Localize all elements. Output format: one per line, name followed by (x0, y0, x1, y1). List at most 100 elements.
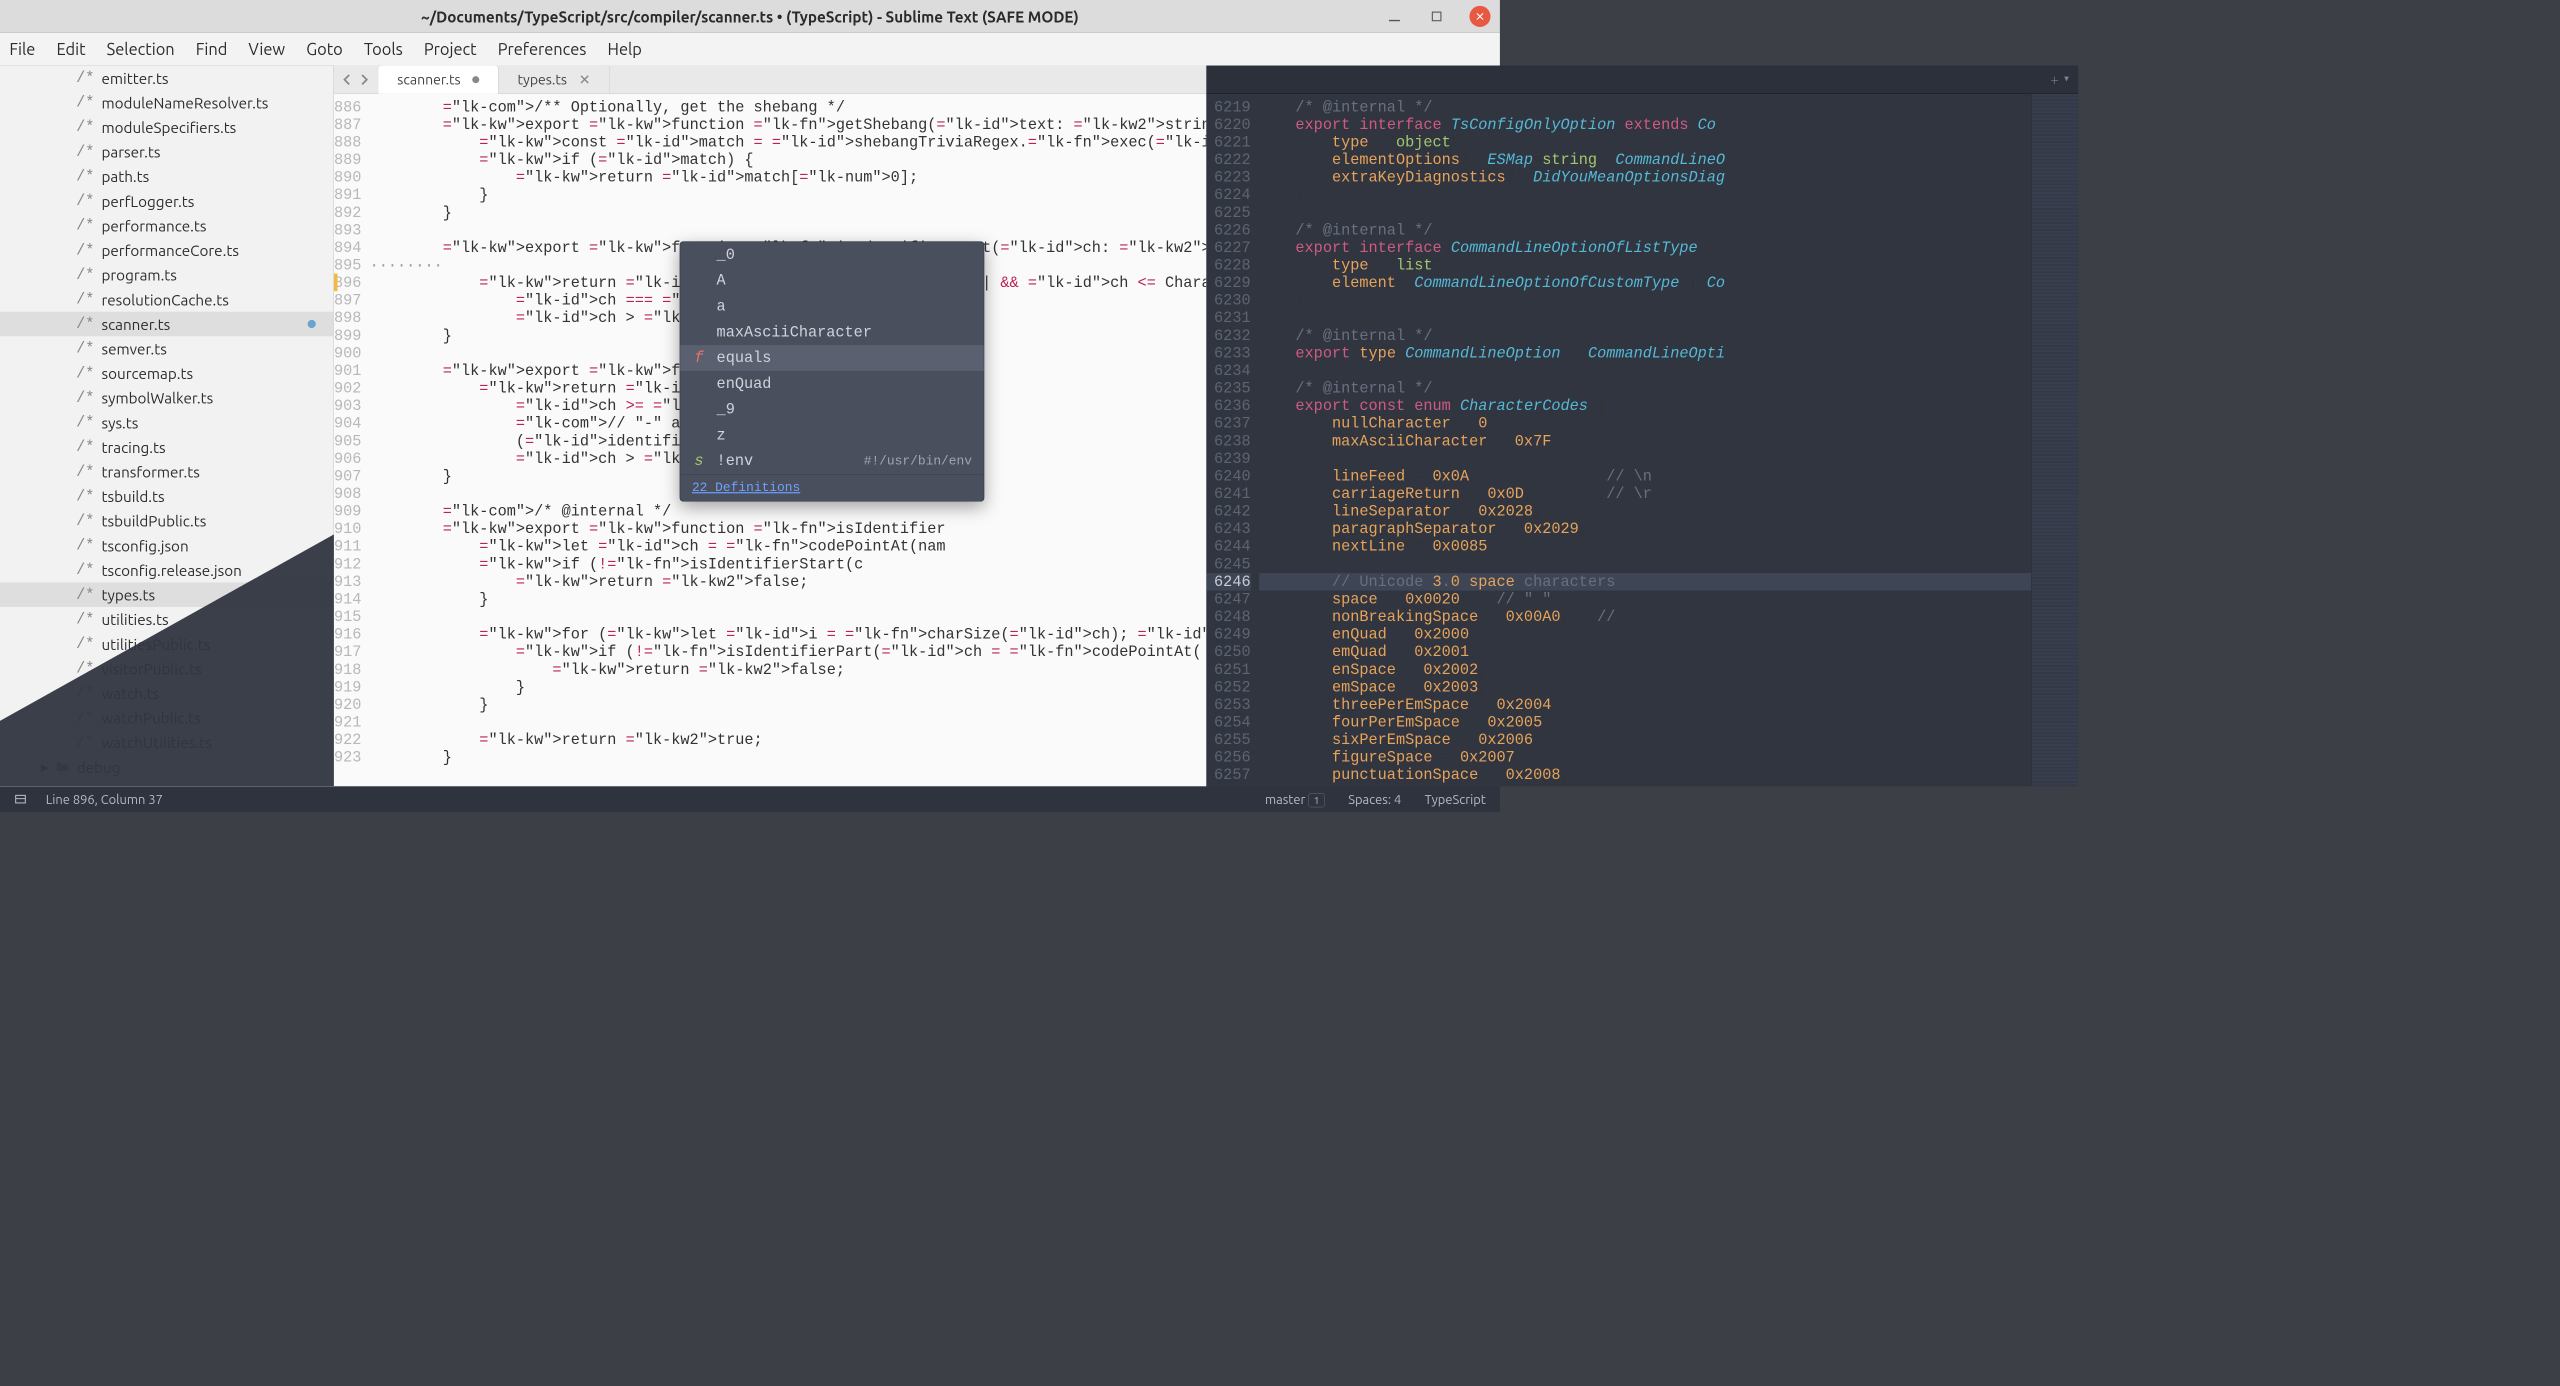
chevron-right-icon: ▸ (41, 758, 49, 776)
gutter-right: 6219622062216222622362246225622662276228… (1206, 94, 1259, 787)
nav-forward-icon[interactable] (357, 72, 371, 86)
menu-help[interactable]: Help (608, 40, 642, 58)
menu-file[interactable]: File (9, 40, 35, 58)
file-name: resolutionCache.ts (101, 291, 228, 308)
folder-name: debug (77, 758, 121, 775)
status-position[interactable]: Line 896, Column 37 (46, 792, 163, 807)
autocomplete-item[interactable]: _9 (680, 397, 983, 423)
menu-edit[interactable]: Edit (56, 40, 85, 58)
autocomplete-label: A (717, 272, 726, 290)
file-entry[interactable]: /*parser.ts (0, 139, 333, 164)
file-icon: /* (76, 684, 94, 702)
autocomplete-label: enQuad (717, 375, 772, 393)
file-icon: /* (76, 734, 94, 752)
editor-right[interactable]: 6219622062216222622362246225622662276228… (1206, 94, 2078, 787)
autocomplete-popup[interactable]: _0 Aa maxAsciiCharacter fequals enQuad _9z s!e… (680, 241, 985, 501)
file-entry[interactable]: /*utilities.ts (0, 607, 333, 632)
autocomplete-label: !env (717, 452, 754, 470)
file-entry[interactable]: /*program.ts (0, 262, 333, 287)
maximize-button[interactable] (1427, 7, 1446, 26)
autocomplete-label: equals (717, 349, 772, 367)
status-language[interactable]: TypeScript (1425, 792, 1486, 807)
file-entry[interactable]: /*symbolWalker.ts (0, 386, 333, 411)
file-icon: /* (76, 635, 94, 653)
autocomplete-item[interactable]: s!env#!/usr/bin/env (680, 448, 983, 474)
tab-scanner[interactable]: scanner.ts (378, 66, 498, 94)
file-entry[interactable]: /*watch.ts (0, 681, 333, 706)
nav-back-icon[interactable] (341, 72, 355, 86)
minimap-right[interactable] (2031, 94, 2078, 787)
autocomplete-label: z (717, 427, 726, 445)
modified-line-indicator (334, 274, 338, 292)
close-button[interactable] (1469, 6, 1490, 27)
file-entry[interactable]: /*scanner.ts (0, 312, 333, 337)
autocomplete-item[interactable]: a (680, 294, 983, 320)
file-entry[interactable]: /*transformer.ts (0, 459, 333, 484)
file-icon: /* (76, 709, 94, 727)
file-entry[interactable]: /*moduleNameResolver.ts (0, 90, 333, 115)
tab-close-icon[interactable]: ✕ (579, 71, 591, 87)
file-name: program.ts (101, 266, 176, 283)
autocomplete-item[interactable]: fequals (680, 345, 983, 371)
file-name: utilities.ts (101, 611, 168, 628)
file-entry[interactable]: /*performance.ts (0, 213, 333, 238)
file-entry[interactable]: /*watchPublic.ts (0, 705, 333, 730)
menu-goto[interactable]: Goto (306, 40, 342, 58)
code-right[interactable]: /* @internal */ export interface TsConfi… (1259, 94, 2032, 787)
file-entry[interactable]: /*tsbuild.ts (0, 484, 333, 509)
file-icon: /* (76, 291, 94, 309)
minimize-button[interactable] (1385, 7, 1404, 26)
tab-label: types.ts (517, 71, 566, 87)
menu-project[interactable]: Project (424, 40, 477, 58)
menu-tools[interactable]: Tools (364, 40, 403, 58)
file-entry[interactable]: /*emitter.ts (0, 66, 333, 91)
status-spaces[interactable]: Spaces: 4 (1348, 792, 1401, 807)
file-entry[interactable]: /*moduleSpecifiers.ts (0, 115, 333, 140)
file-entry[interactable]: /* resolutionCache.ts (0, 287, 333, 312)
tab-types[interactable]: types.ts ✕ (499, 66, 610, 94)
menu-view[interactable]: View (248, 40, 285, 58)
menu-selection[interactable]: Selection (107, 40, 175, 58)
panel-switcher-icon[interactable] (14, 793, 27, 806)
tab-label: scanner.ts (397, 71, 460, 87)
file-entry[interactable]: /*semver.ts (0, 336, 333, 361)
autocomplete-footer[interactable]: 22 Definitions (680, 474, 983, 501)
file-icon: /* (76, 118, 94, 136)
tab-menu-icon[interactable]: ▾ (2064, 72, 2069, 86)
autocomplete-item[interactable]: z (680, 422, 983, 448)
autocomplete-item[interactable]: enQuad (680, 371, 983, 397)
file-icon: /* (76, 586, 94, 604)
file-entry[interactable]: /*performanceCore.ts (0, 238, 333, 263)
new-tab-icon[interactable]: ＋ (2050, 72, 2059, 86)
file-entry[interactable]: /*tsconfig.json (0, 533, 333, 558)
file-entry[interactable]: /*tsbuildPublic.ts (0, 509, 333, 534)
folder-row[interactable]: ▸ debug (0, 755, 333, 780)
file-entry[interactable]: /*sourcemap.ts (0, 361, 333, 386)
file-entry[interactable]: /*utilitiesPublic.ts (0, 632, 333, 657)
file-name: tsbuildPublic.ts (101, 512, 206, 529)
right-pane: ＋ ▾ 621962206221622262236224622562266227… (1206, 66, 2078, 787)
file-entry[interactable]: /*tsconfig.release.json (0, 558, 333, 583)
file-name: tsconfig.release.json (101, 562, 241, 579)
autocomplete-item[interactable]: maxAsciiCharacter (680, 319, 983, 345)
menu-preferences[interactable]: Preferences (498, 40, 587, 58)
file-name: emitter.ts (101, 69, 168, 86)
file-entry[interactable]: /*visitorPublic.ts (0, 656, 333, 681)
sidebar[interactable]: /*emitter.ts/*moduleNameResolver.ts/*mod… (0, 66, 334, 787)
file-entry[interactable]: /*watchUtilities.ts (0, 730, 333, 755)
file-name: scanner.ts (101, 316, 170, 333)
file-name: symbolWalker.ts (101, 389, 213, 406)
git-branch[interactable]: master 1 (1265, 792, 1325, 807)
autocomplete-label: maxAsciiCharacter (717, 323, 872, 341)
file-name: sourcemap.ts (101, 365, 193, 382)
file-name: performance.ts (101, 217, 206, 234)
autocomplete-item[interactable]: _0 (680, 242, 983, 268)
file-entry[interactable]: /*types.ts (0, 582, 333, 607)
file-entry[interactable]: /*perfLogger.ts (0, 189, 333, 214)
file-entry[interactable]: /*tracing.ts (0, 435, 333, 460)
file-entry[interactable]: /*sys.ts (0, 410, 333, 435)
menu-find[interactable]: Find (196, 40, 228, 58)
menubar: File Edit Selection Find View Goto Tools… (0, 33, 1500, 66)
autocomplete-item[interactable]: A (680, 268, 983, 294)
file-entry[interactable]: /*path.ts (0, 164, 333, 189)
